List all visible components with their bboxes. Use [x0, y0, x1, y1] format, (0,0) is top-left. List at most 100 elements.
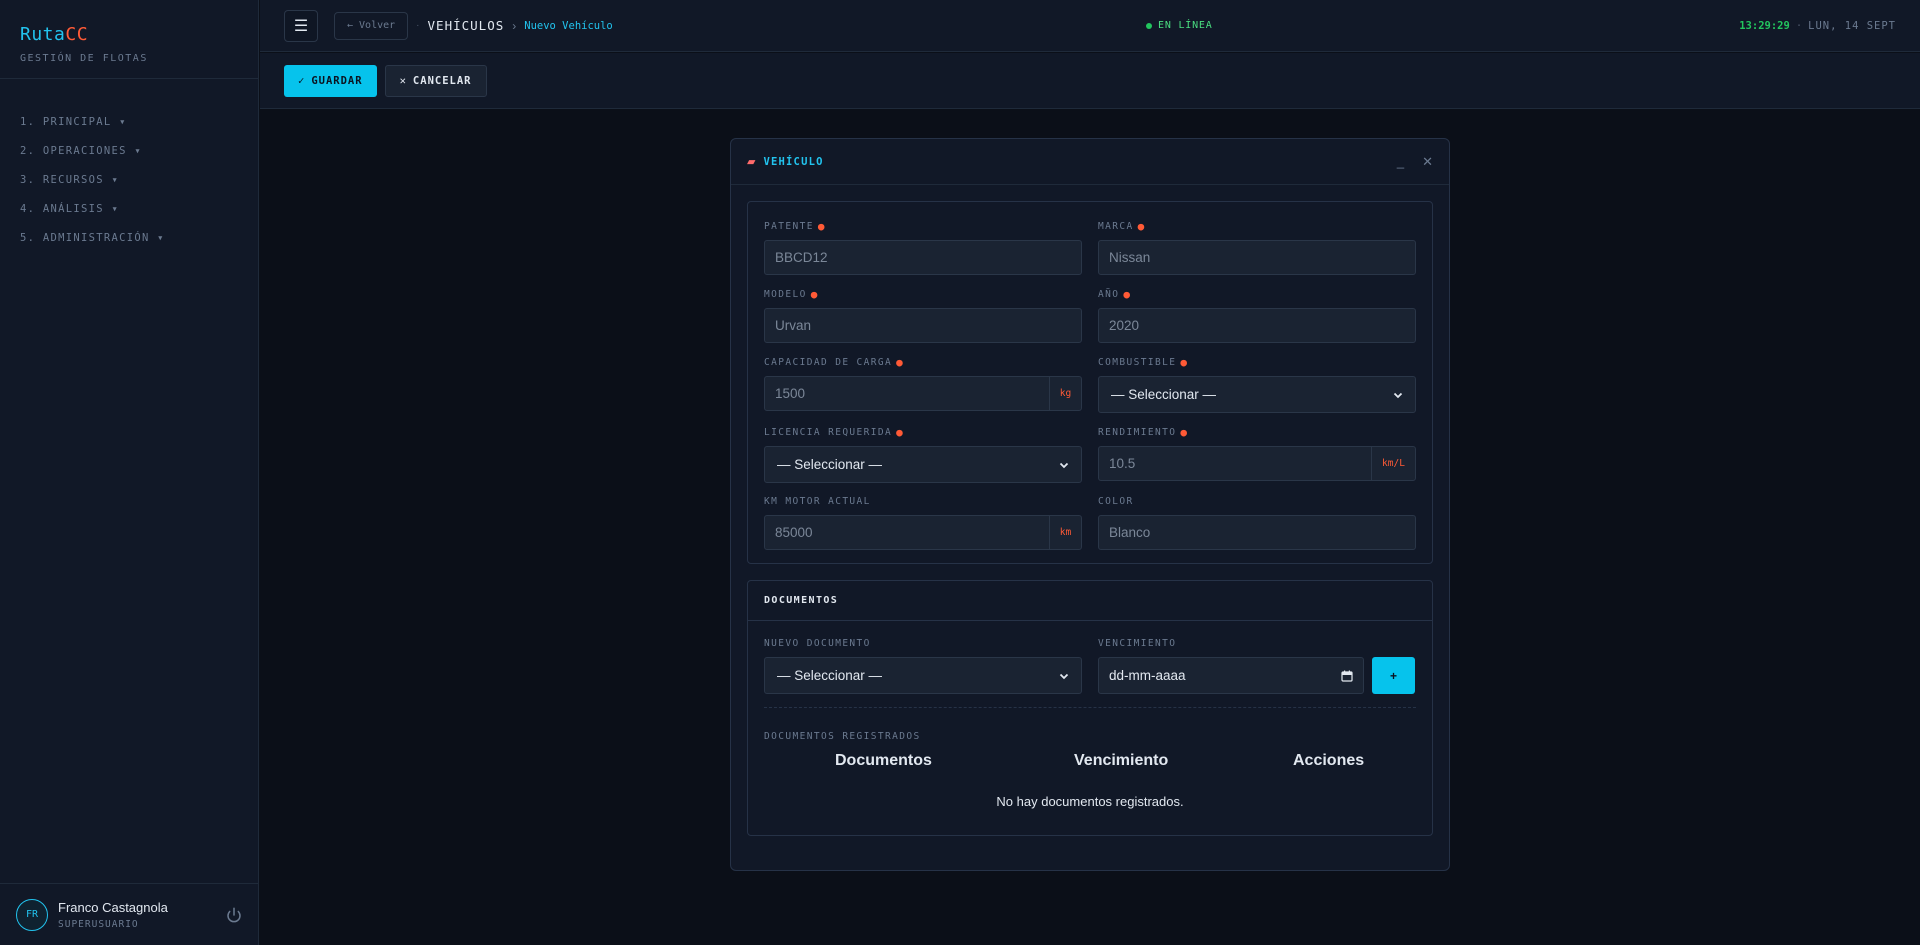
select-value: — Seleccionar —: [1111, 387, 1217, 402]
clock-date: LUN, 14 SEPT: [1808, 19, 1896, 32]
anio-input-wrap: [1098, 308, 1416, 343]
registered-documents-label: DOCUMENTOS REGISTRADOS: [764, 731, 921, 742]
licencia-select[interactable]: — Seleccionar —: [764, 446, 1082, 483]
brand-name-main: Ruta: [20, 24, 66, 45]
close-icon: ✕: [399, 74, 407, 87]
chevron-down-icon: [1393, 392, 1403, 398]
documents-title: DOCUMENTOS: [748, 581, 1432, 621]
select-value: — Seleccionar —: [777, 457, 883, 472]
color-input[interactable]: [1099, 516, 1415, 549]
clock: 13:29:29 · LUN, 14 SEPT: [1739, 20, 1896, 32]
field-label: MODELO ●: [764, 287, 819, 301]
km-motor-input[interactable]: [765, 516, 1049, 549]
nav-item-recursos[interactable]: 3. RECURSOS ▾: [0, 165, 258, 194]
patente-input[interactable]: [765, 241, 1081, 274]
field-capacidad: CAPACIDAD DE CARGA● kg: [764, 356, 1082, 411]
field-label: NUEVO DOCUMENTO: [764, 637, 871, 649]
nav-item-principal[interactable]: 1. PRINCIPAL ▾: [0, 107, 258, 136]
select-value: — Seleccionar —: [777, 668, 883, 683]
anio-input[interactable]: [1099, 309, 1415, 342]
required-dot-icon: ●: [1180, 425, 1189, 439]
modal-controls: _ ✕: [1397, 154, 1433, 170]
save-button[interactable]: ✓ GUARDAR: [284, 64, 377, 97]
new-document-select[interactable]: — Seleccionar —: [764, 657, 1082, 694]
avatar[interactable]: FR: [16, 898, 48, 931]
calendar-icon[interactable]: [1341, 670, 1353, 682]
power-icon[interactable]: [225, 906, 243, 924]
required-dot-icon: ●: [1123, 287, 1132, 301]
marca-input[interactable]: [1099, 241, 1415, 274]
topbar: ☰ ← Volver · VEHÍCULOS › Nuevo Vehículo …: [260, 0, 1920, 52]
unit-kml: km/L: [1371, 447, 1415, 480]
check-icon: ✓: [298, 74, 306, 87]
date-value: dd-mm-aaaa: [1109, 668, 1186, 683]
expiry-date-input[interactable]: dd-mm-aaaa: [1098, 657, 1364, 694]
clock-separator: ·: [1795, 19, 1803, 32]
brand-subtitle: GESTIÓN DE FLOTAS: [20, 53, 148, 64]
status-badge: EN LÍNEA: [1146, 20, 1213, 31]
km-motor-input-wrap: km: [764, 515, 1082, 550]
chevron-down-icon: [1059, 673, 1069, 679]
brand-logo[interactable]: RutaCC: [20, 24, 238, 45]
save-button-label: GUARDAR: [311, 74, 363, 87]
add-document-button[interactable]: +: [1372, 657, 1415, 694]
field-label: AÑO ●: [1098, 287, 1132, 301]
modal-close-icon[interactable]: ✕: [1422, 154, 1433, 170]
documents-panel: DOCUMENTOS NUEVO DOCUMENTO — Seleccionar…: [747, 580, 1433, 836]
field-label: RENDIMIENTO ●: [1098, 425, 1189, 439]
field-new-document: NUEVO DOCUMENTO — Seleccionar —: [764, 637, 1082, 694]
user-role: SUPERUSUARIO: [58, 918, 139, 930]
column-header-acciones: Acciones: [1293, 752, 1365, 769]
modal-title: VEHÍCULO: [763, 155, 824, 168]
breadcrumb-vehiculos[interactable]: VEHÍCULOS: [428, 18, 505, 33]
sidebar-nav: 1. PRINCIPAL ▾ 2. OPERACIONES ▾ 3. RECUR…: [0, 79, 258, 252]
marca-input-wrap: [1098, 240, 1416, 275]
field-label: COLOR: [1098, 495, 1134, 507]
field-label: PATENTE ●: [764, 219, 826, 233]
rendimiento-input-wrap: km/L: [1098, 446, 1416, 481]
hamburger-icon: ☰: [293, 17, 309, 35]
unit-km: km: [1049, 516, 1081, 549]
required-dot-icon: ●: [896, 355, 905, 369]
vehicle-fields-panel: PATENTE● MARCA● MODELO● AÑO● CAPACIDAD D…: [747, 201, 1433, 564]
field-anio: AÑO ●: [1098, 288, 1416, 343]
required-dot-icon: ●: [810, 287, 819, 301]
modal-header: ▰ VEHÍCULO _ ✕: [731, 139, 1449, 185]
nav-item-operaciones[interactable]: 2. OPERACIONES ▾: [0, 136, 258, 165]
field-label: COMBUSTIBLE ●: [1098, 355, 1189, 369]
cancel-button[interactable]: ✕ CANCELAR: [384, 64, 487, 97]
modelo-input[interactable]: [765, 309, 1081, 342]
minimize-icon[interactable]: _: [1397, 154, 1404, 170]
field-modelo: MODELO ●: [764, 288, 1082, 343]
field-label: CAPACIDAD DE CARGA ●: [764, 355, 905, 369]
field-color: COLOR: [1098, 495, 1416, 550]
status-dot-icon: [1146, 22, 1152, 29]
truck-icon: ▰: [747, 156, 756, 168]
field-patente: PATENTE ●: [764, 220, 1082, 275]
capacidad-input[interactable]: [765, 377, 1049, 410]
column-header-documentos: Documentos: [835, 752, 932, 769]
cancel-button-label: CANCELAR: [412, 74, 472, 87]
back-button[interactable]: ← Volver: [334, 11, 409, 40]
field-label: MARCA ●: [1098, 219, 1146, 233]
nav-item-analisis[interactable]: 4. ANÁLISIS ▾: [0, 194, 258, 223]
vehicle-modal: ▰ VEHÍCULO _ ✕ PATENTE● MARCA● MODELO● A…: [730, 138, 1450, 871]
breadcrumb-dot: ·: [416, 20, 420, 31]
field-licencia: LICENCIA REQUERIDA ● — Seleccionar —: [764, 426, 1082, 483]
breadcrumb-chevron-icon: ›: [512, 18, 517, 33]
required-dot-icon: ●: [1180, 355, 1189, 369]
brand-name-accent: CC: [65, 24, 89, 45]
combustible-select[interactable]: — Seleccionar —: [1098, 376, 1416, 413]
breadcrumb-current: Nuevo Vehículo: [524, 19, 613, 32]
menu-button[interactable]: ☰: [284, 9, 318, 42]
rendimiento-input[interactable]: [1099, 447, 1371, 480]
field-label: VENCIMIENTO: [1098, 637, 1177, 649]
required-dot-icon: ●: [1137, 219, 1146, 233]
patente-input-wrap: [764, 240, 1082, 275]
nav-item-administracion[interactable]: 5. ADMINISTRACIÓN ▾: [0, 223, 258, 252]
field-expiry: VENCIMIENTO dd-mm-aaaa: [1098, 637, 1364, 694]
status-text: EN LÍNEA: [1158, 20, 1213, 31]
field-rendimiento: RENDIMIENTO● km/L: [1098, 426, 1416, 481]
field-combustible: COMBUSTIBLE ● — Seleccionar —: [1098, 356, 1416, 413]
capacidad-input-wrap: kg: [764, 376, 1082, 411]
